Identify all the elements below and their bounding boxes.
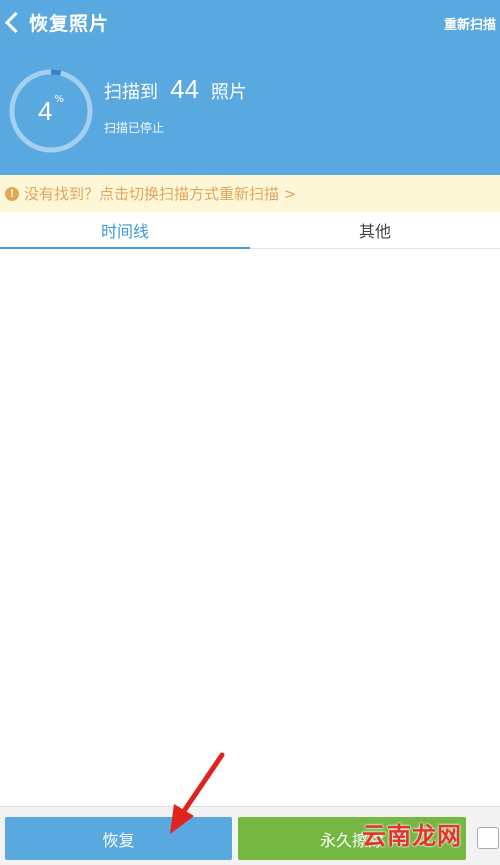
back-button[interactable]: 恢复照片	[0, 4, 109, 40]
red-arrow-annotation	[170, 752, 225, 834]
progress-value: 4	[38, 95, 53, 126]
info-icon: !	[5, 186, 19, 201]
switch-scan-notice[interactable]: ! 没有找到？点击切换扫描方式重新扫描 >	[0, 175, 500, 212]
select-all-checkbox[interactable]	[477, 827, 499, 849]
tab-bar: 时间线 其他	[0, 212, 500, 249]
scan-summary: 扫描到 44 照片	[104, 74, 247, 105]
scan-suffix: 照片	[210, 82, 247, 103]
watermark-logo: 云南龙网	[362, 822, 462, 850]
tab-other[interactable]: 其他	[250, 212, 500, 248]
header: 恢复照片 重新扫描 4 % 扫描到 44 照片 扫描已停止	[0, 0, 500, 175]
tab-timeline[interactable]: 时间线	[0, 212, 250, 249]
progress-readout: 4 %	[8, 68, 94, 154]
page-title: 恢复照片	[29, 12, 110, 35]
chevron-left-icon	[4, 11, 27, 33]
rescan-button[interactable]: 重新扫描	[444, 14, 496, 33]
photo-list-area	[0, 249, 500, 806]
notice-text: 没有找到？点击切换扫描方式重新扫描 >	[24, 185, 297, 203]
scan-status: 扫描已停止	[104, 121, 165, 135]
scan-count: 44	[170, 74, 199, 104]
progress-unit: %	[54, 93, 64, 105]
scan-prefix: 扫描到	[104, 82, 158, 103]
